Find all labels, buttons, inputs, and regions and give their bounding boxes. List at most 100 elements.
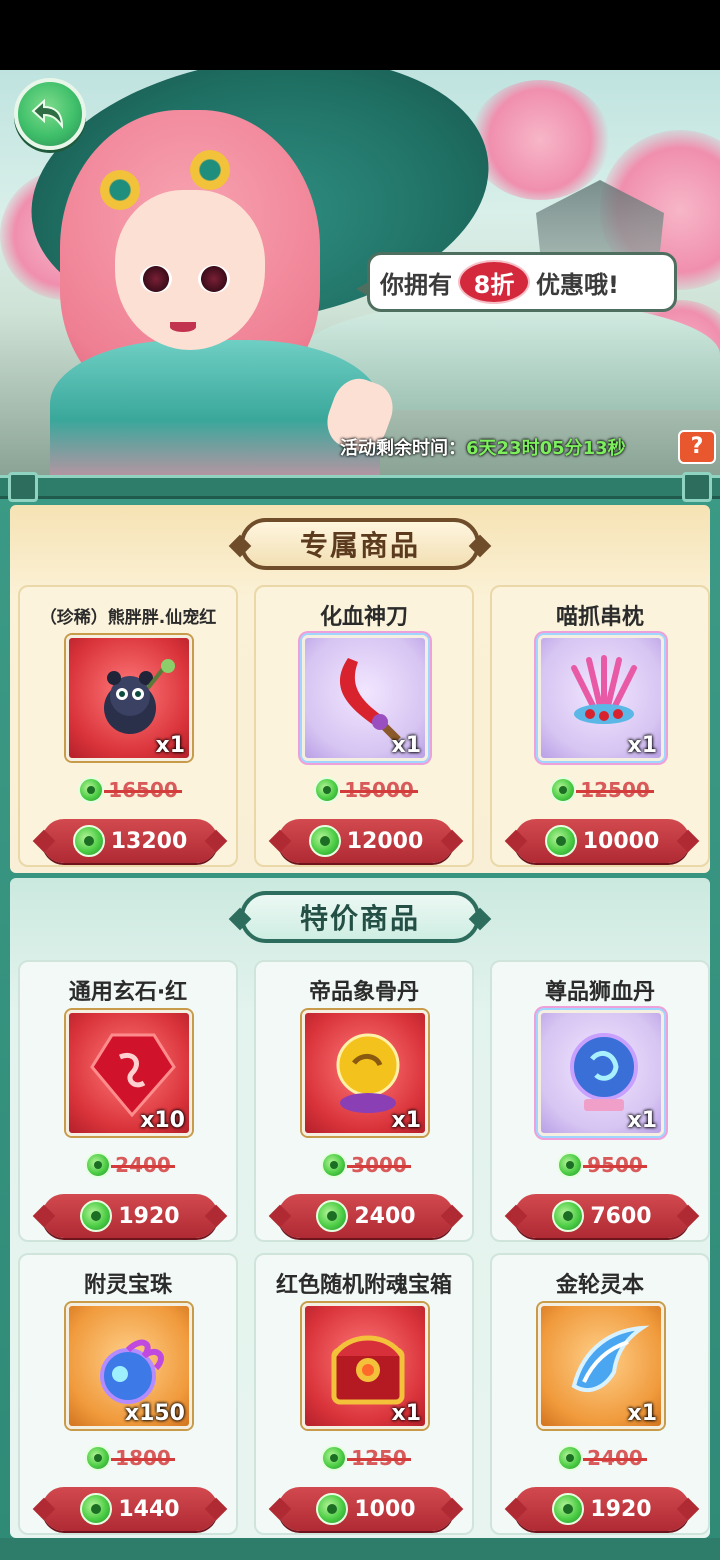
product-name: 帝品象骨丹 <box>308 980 419 1005</box>
product-icon-frame: x1 <box>66 635 192 761</box>
character-mouth <box>170 322 196 332</box>
back-button[interactable] <box>14 78 86 150</box>
price-value: 1000 <box>354 1496 416 1522</box>
jade-coin-icon <box>308 825 341 857</box>
original-price-value: 9500 <box>583 1153 647 1177</box>
flower-hairpin-icon <box>100 170 140 210</box>
timer-label: 活动剩余时间： <box>340 438 466 459</box>
buy-button[interactable]: 12000 <box>278 819 454 863</box>
buy-button[interactable]: 10000 <box>514 819 690 863</box>
discount-speech-bubble: 你拥有 8折 优惠哦! <box>356 252 677 312</box>
bubble-suffix: 优惠哦! <box>536 270 619 299</box>
buy-button[interactable]: 2400 <box>278 1194 454 1238</box>
product-name: 尊品狮血丹 <box>544 980 655 1005</box>
original-price-value: 15000 <box>340 778 418 802</box>
product-card[interactable]: 红色随机附魂宝箱 x1 1250 1000 <box>254 1253 474 1535</box>
product-card[interactable]: 喵抓串枕 x1 12500 10000 <box>490 585 710 867</box>
product-quantity: x1 <box>627 733 658 758</box>
original-price: 3000 <box>256 1152 472 1178</box>
product-card[interactable]: 化血神刀 x1 15000 12000 <box>254 585 474 867</box>
product-name: 化血神刀 <box>319 605 408 630</box>
product-card[interactable]: 通用玄石·红 x10 2400 1920 <box>18 960 238 1242</box>
product-icon-frame: x1 <box>538 635 664 761</box>
jade-coin-icon <box>550 777 577 803</box>
original-price: 16500 <box>20 777 236 803</box>
original-price: 2400 <box>492 1445 708 1471</box>
product-card[interactable]: 金轮灵本 x1 2400 1920 <box>490 1253 710 1535</box>
buy-button[interactable]: 1440 <box>42 1487 218 1531</box>
character-eye <box>198 265 230 293</box>
jade-coin-icon <box>552 1200 585 1232</box>
price-value: 1440 <box>118 1496 180 1522</box>
price-value: 10000 <box>582 828 660 854</box>
timer-value: 6天23时05分13秒 <box>466 438 626 459</box>
product-name: 红色随机附魂宝箱 <box>275 1273 452 1298</box>
jade-coin-icon <box>78 777 105 803</box>
price-value: 1920 <box>118 1203 180 1229</box>
product-name: （珍稀）熊胖胖.仙宠红 <box>39 608 217 628</box>
original-price-value: 12500 <box>576 778 654 802</box>
product-icon-frame: x1 <box>302 1303 428 1429</box>
original-price-value: 1250 <box>347 1446 411 1470</box>
panel-bottom-rail <box>0 1538 720 1560</box>
product-icon-frame: x1 <box>538 1010 664 1136</box>
back-arrow-icon <box>31 98 64 130</box>
price-value: 12000 <box>346 828 424 854</box>
product-card[interactable]: 尊品狮血丹 x1 9500 7600 <box>490 960 710 1242</box>
help-button[interactable]: ? <box>678 430 716 464</box>
original-price: 9500 <box>492 1152 708 1178</box>
discount-badge: 8折 <box>458 260 530 304</box>
event-timer: 活动剩余时间：6天23时05分13秒 <box>340 434 626 460</box>
original-price: 12500 <box>492 777 708 803</box>
bubble-prefix: 你拥有 <box>380 270 452 299</box>
jade-coin-icon <box>314 777 341 803</box>
product-name: 喵抓串枕 <box>555 605 644 630</box>
original-price-value: 1800 <box>111 1446 175 1470</box>
original-price-value: 2400 <box>111 1153 175 1177</box>
jade-coin-icon <box>557 1445 584 1471</box>
original-price-value: 3000 <box>347 1153 411 1177</box>
product-icon-frame: x10 <box>66 1010 192 1136</box>
jade-coin-icon <box>80 1200 113 1232</box>
product-card[interactable]: （珍稀）熊胖胖.仙宠红 x1 16500 13200 <box>18 585 238 867</box>
product-quantity: x1 <box>627 1108 658 1133</box>
product-quantity: x1 <box>391 1401 422 1426</box>
jade-coin-icon <box>85 1445 112 1471</box>
special-title-text: 特价商品 <box>299 902 420 935</box>
price-value: 1920 <box>590 1496 652 1522</box>
product-quantity: x1 <box>155 733 186 758</box>
buy-button[interactable]: 7600 <box>514 1194 690 1238</box>
original-price-value: 2400 <box>583 1446 647 1470</box>
price-value: 7600 <box>590 1203 652 1229</box>
product-quantity: x150 <box>124 1401 185 1426</box>
rail-knob <box>8 472 38 502</box>
buy-button[interactable]: 1000 <box>278 1487 454 1531</box>
product-card[interactable]: 附灵宝珠 x150 1800 1440 <box>18 1253 238 1535</box>
price-value: 13200 <box>110 828 188 854</box>
original-price: 1250 <box>256 1445 472 1471</box>
product-name: 金轮灵本 <box>555 1273 644 1298</box>
jade-coin-icon <box>80 1493 113 1525</box>
jade-coin-icon <box>552 1493 585 1525</box>
product-icon-frame: x1 <box>302 635 428 761</box>
rail-knob <box>682 472 712 502</box>
product-quantity: x1 <box>391 1108 422 1133</box>
status-bar <box>0 0 720 70</box>
special-section-title: 特价商品 <box>228 891 492 943</box>
buy-button[interactable]: 1920 <box>514 1487 690 1531</box>
product-card[interactable]: 帝品象骨丹 x1 3000 2400 <box>254 960 474 1242</box>
original-price: 15000 <box>256 777 472 803</box>
buy-button[interactable]: 13200 <box>42 819 218 863</box>
product-quantity: x1 <box>391 733 422 758</box>
jade-coin-icon <box>321 1152 348 1178</box>
original-price: 1800 <box>20 1445 236 1471</box>
buy-button[interactable]: 1920 <box>42 1194 218 1238</box>
jade-coin-icon <box>316 1493 349 1525</box>
character-eye <box>140 265 172 293</box>
panel-rail <box>0 475 720 499</box>
original-price: 2400 <box>20 1152 236 1178</box>
jade-coin-icon <box>316 1200 349 1232</box>
blossom-decoration <box>470 80 610 200</box>
jade-coin-icon <box>85 1152 112 1178</box>
product-name: 附灵宝珠 <box>83 1273 172 1298</box>
